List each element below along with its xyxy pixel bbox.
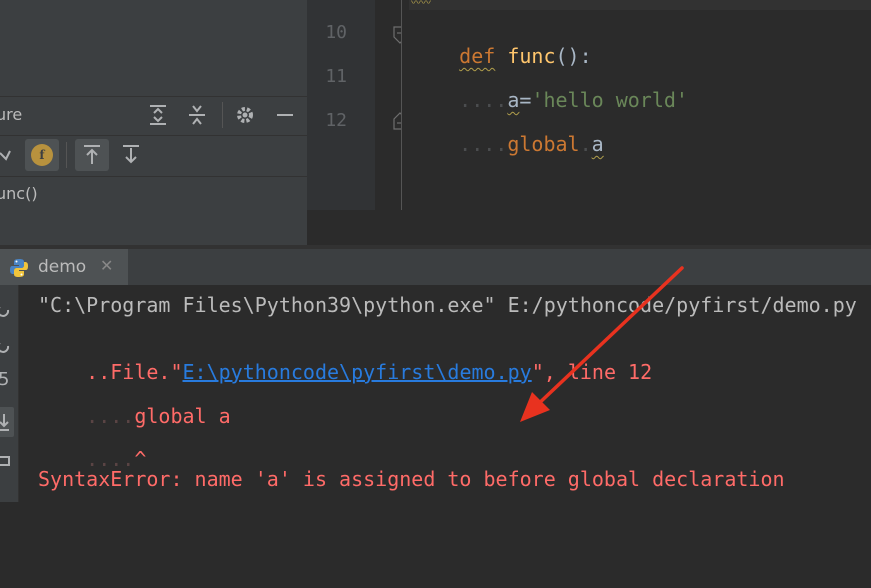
annotation-arrow bbox=[520, 266, 684, 422]
